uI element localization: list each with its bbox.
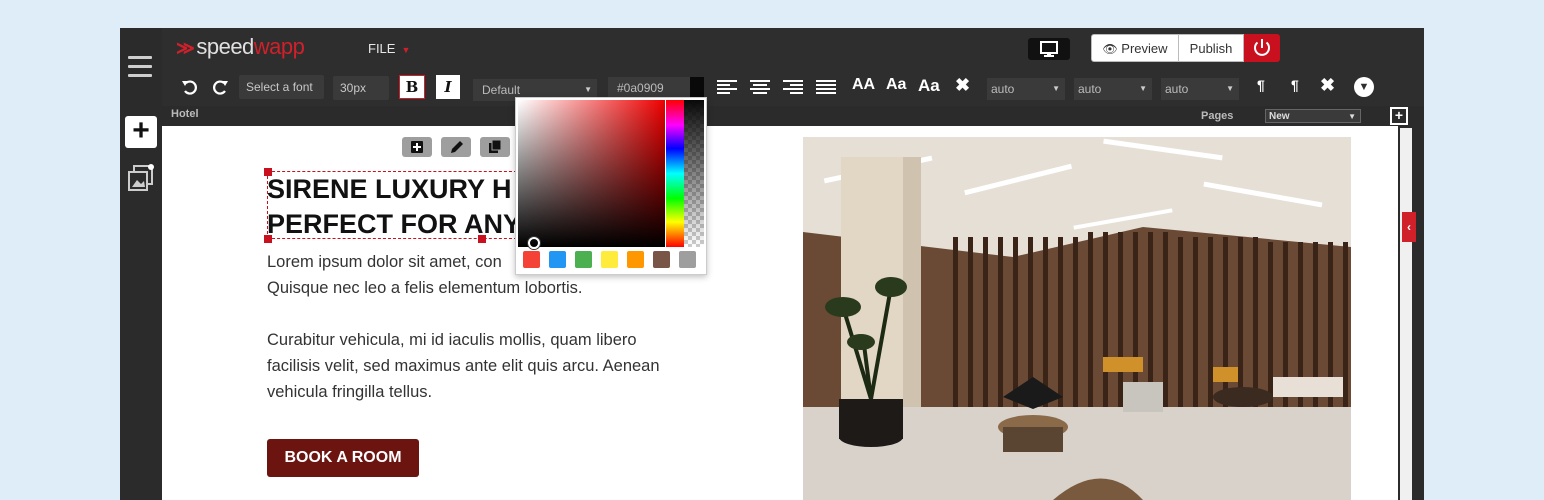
panel-toggle-chevron-icon[interactable]: ‹ bbox=[1402, 212, 1416, 242]
body-paragraph: Curabitur vehicula, mi id iaculis mollis… bbox=[267, 331, 660, 401]
chevron-down-circle-icon[interactable]: ▼ bbox=[1354, 77, 1374, 97]
resize-handle[interactable] bbox=[478, 235, 486, 243]
canvas-scrollbar[interactable] bbox=[1400, 128, 1412, 500]
menu-icon[interactable] bbox=[128, 56, 152, 78]
align-left-icon[interactable] bbox=[717, 79, 737, 95]
logo-text-suffix: wapp bbox=[253, 34, 305, 59]
word-spacing-select[interactable]: auto ▼ bbox=[1161, 78, 1239, 100]
redo-icon[interactable] bbox=[210, 77, 230, 97]
chevron-down-icon: ▼ bbox=[1139, 84, 1147, 93]
line-height-select[interactable]: auto ▼ bbox=[987, 78, 1065, 100]
align-right-icon[interactable] bbox=[783, 79, 803, 95]
font-family-select[interactable]: Select a font bbox=[239, 75, 324, 99]
power-button[interactable] bbox=[1244, 34, 1280, 62]
smallcaps-button[interactable]: Aa bbox=[886, 76, 906, 94]
preview-button[interactable]: 👁 Preview bbox=[1091, 34, 1179, 62]
publish-button[interactable]: Publish bbox=[1179, 34, 1244, 62]
saturation-area[interactable] bbox=[518, 100, 665, 247]
element-toolbar bbox=[402, 137, 519, 162]
intro-line-2: Quisque nec leo a felis elementum lobort… bbox=[267, 279, 583, 297]
paragraph-ltr-icon[interactable]: ¶ bbox=[1257, 77, 1265, 93]
swatch-yellow[interactable] bbox=[601, 251, 618, 268]
pages-select-value: New bbox=[1269, 111, 1290, 122]
media-gallery-icon[interactable] bbox=[127, 164, 155, 192]
add-element-button[interactable]: + bbox=[125, 116, 157, 148]
close-icon[interactable]: ✖ bbox=[1320, 75, 1335, 96]
color-swatch-preview[interactable] bbox=[690, 77, 704, 99]
align-center-icon[interactable] bbox=[750, 79, 770, 95]
swatch-orange[interactable] bbox=[627, 251, 644, 268]
swatch-green[interactable] bbox=[575, 251, 592, 268]
page-canvas[interactable]: SIRENE LUXURY H PERFECT FOR ANY Lorem ip… bbox=[162, 126, 1398, 500]
book-room-button[interactable]: BOOK A ROOM bbox=[267, 439, 419, 477]
color-cursor[interactable] bbox=[528, 237, 540, 249]
editor-window: + ≫speedwapp FILE ▼ 👁 Preview Publish Se… bbox=[120, 28, 1424, 500]
plus-square-icon bbox=[411, 141, 423, 153]
chevron-down-icon: ▼ bbox=[1348, 112, 1356, 121]
hotel-lobby-image bbox=[803, 137, 1351, 500]
pages-label: Pages bbox=[1201, 110, 1234, 122]
align-justify-icon[interactable] bbox=[816, 79, 836, 95]
undo-icon[interactable] bbox=[180, 77, 200, 97]
duplicate-block-button[interactable] bbox=[480, 137, 510, 157]
left-sidebar: + bbox=[120, 28, 163, 500]
style-select-value: Default bbox=[482, 83, 521, 97]
font-size-input[interactable]: 30px bbox=[333, 76, 389, 100]
logo-chevron-icon: ≫ bbox=[176, 38, 195, 58]
speedwapp-logo: ≫speedwapp bbox=[176, 34, 305, 60]
swatch-grey[interactable] bbox=[679, 251, 696, 268]
logo-text-prefix: speed bbox=[196, 34, 254, 59]
italic-button[interactable]: I bbox=[436, 75, 460, 99]
add-block-button[interactable] bbox=[402, 137, 432, 157]
paragraph-rtl-icon[interactable]: ¶ bbox=[1291, 77, 1299, 93]
resize-handle[interactable] bbox=[264, 235, 272, 243]
power-icon bbox=[1254, 39, 1270, 56]
pencil-icon bbox=[451, 141, 463, 153]
selection-outline bbox=[267, 171, 517, 239]
top-bar: ≫speedwapp FILE ▼ 👁 Preview Publish bbox=[162, 28, 1424, 68]
monitor-icon bbox=[1040, 41, 1058, 57]
bold-button[interactable]: B bbox=[399, 75, 425, 99]
alpha-gradient bbox=[684, 100, 704, 247]
letter-spacing-select[interactable]: auto ▼ bbox=[1074, 78, 1152, 100]
format-toolbar: Select a font 30px B I Default ▼ #0a0909 … bbox=[162, 68, 1424, 106]
copy-icon bbox=[489, 139, 502, 153]
page-name: Hotel bbox=[171, 108, 199, 120]
color-picker-popup bbox=[515, 97, 707, 275]
clear-format-icon[interactable]: ✖ bbox=[955, 75, 970, 96]
edit-block-button[interactable] bbox=[441, 137, 471, 157]
preview-label: Preview bbox=[1121, 41, 1168, 56]
eye-icon: 👁 bbox=[1102, 42, 1118, 56]
letter-spacing-value: auto bbox=[1078, 82, 1102, 96]
uppercase-button[interactable]: AA bbox=[852, 76, 875, 94]
add-page-button[interactable]: + bbox=[1390, 107, 1408, 125]
swatch-blue[interactable] bbox=[549, 251, 566, 268]
color-input-value: #0a0909 bbox=[617, 81, 664, 95]
page-info-bar: Hotel Pages New ▼ + bbox=[162, 106, 1424, 126]
caret-down-icon: ▼ bbox=[401, 45, 411, 55]
pages-select[interactable]: New ▼ bbox=[1265, 109, 1361, 123]
word-spacing-value: auto bbox=[1165, 82, 1189, 96]
alpha-slider[interactable] bbox=[684, 100, 704, 247]
resize-handle[interactable] bbox=[264, 168, 272, 176]
file-menu[interactable]: FILE ▼ bbox=[368, 41, 410, 56]
file-menu-label: FILE bbox=[368, 41, 396, 56]
chevron-down-icon: ▼ bbox=[1226, 84, 1234, 93]
capitalize-button[interactable]: Aa bbox=[918, 76, 940, 96]
swatch-red[interactable] bbox=[523, 251, 540, 268]
swatch-brown[interactable] bbox=[653, 251, 670, 268]
chevron-down-icon: ▼ bbox=[1052, 84, 1060, 93]
hue-slider[interactable] bbox=[666, 100, 684, 247]
desktop-view-button[interactable] bbox=[1028, 38, 1070, 60]
line-height-value: auto bbox=[991, 82, 1015, 96]
